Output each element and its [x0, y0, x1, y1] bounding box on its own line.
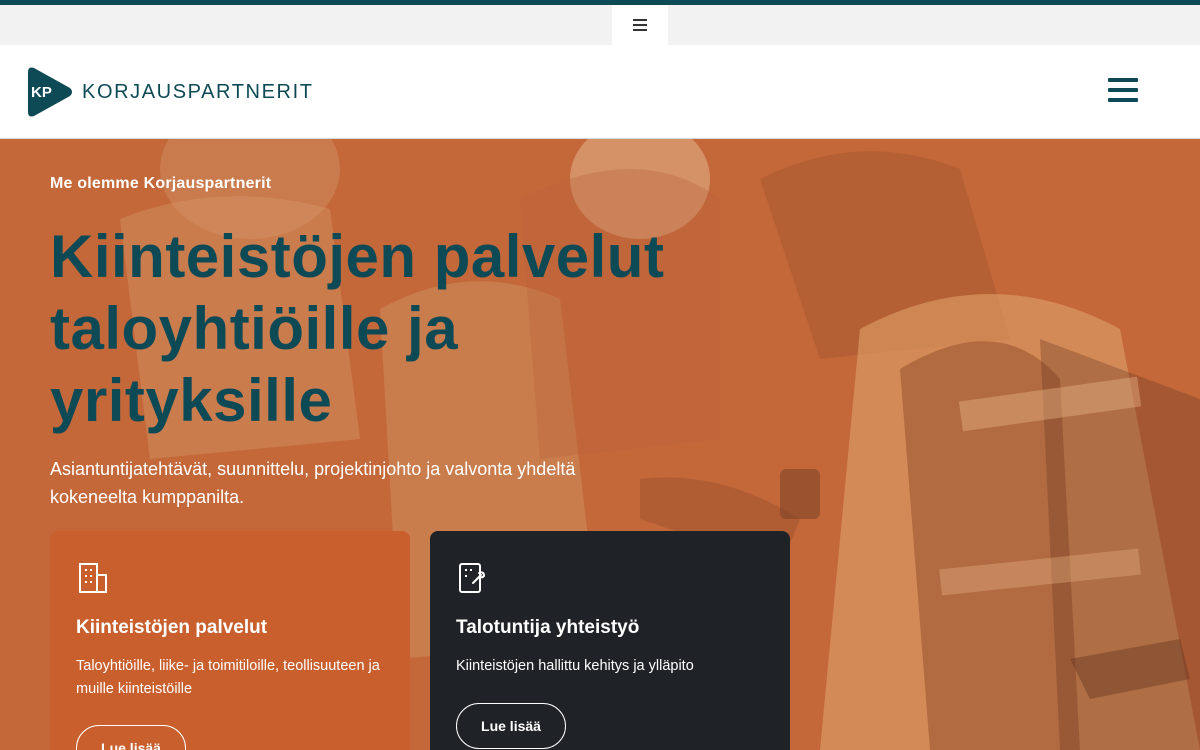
building-tools-icon — [459, 563, 486, 593]
building-icon — [79, 563, 107, 593]
hero-headline-line-1: Kiinteistöjen palvelut — [50, 223, 665, 290]
hero-headline: Kiinteistöjen palvelut taloyhtiöille ja … — [50, 221, 750, 437]
card-title: Kiinteistöjen palvelut — [76, 617, 268, 638]
hamburger-menu-icon-bar-2 — [1108, 88, 1138, 92]
hero-headline-line-2: taloyhtiöille ja — [50, 295, 459, 362]
main-menu-button[interactable] — [1108, 78, 1140, 106]
hero-eyebrow: Me olemme Korjauspartnerit — [50, 175, 272, 192]
site-header: KP KORJAUSPARTNERIT — [0, 45, 1200, 139]
admin-bar — [0, 5, 1200, 45]
service-card-property-services: Kiinteistöjen palvelut Taloyhtiöille, li… — [50, 531, 410, 750]
logo-mark-icon: KP — [28, 67, 72, 117]
read-more-button[interactable]: Lue lisää — [76, 725, 186, 750]
site-logo[interactable]: KP KORJAUSPARTNERIT — [26, 66, 314, 118]
read-more-button[interactable]: Lue lisää — [456, 703, 566, 749]
logo-mark-text: KP — [31, 84, 52, 101]
hamburger-menu-icon-bar-1 — [1108, 78, 1138, 82]
card-text: Taloyhtiöille, liike- ja toimitiloille, … — [76, 658, 380, 697]
hero-subtext: Asiantuntijatehtävät, suunnittelu, proje… — [50, 459, 576, 507]
hamburger-menu-icon-bar-3 — [1108, 98, 1138, 102]
hero-headline-line-3: yrityksille — [50, 367, 333, 434]
logo-wordmark: KORJAUSPARTNERIT — [82, 80, 314, 103]
card-title: Talotuntija yhteistyö — [456, 617, 640, 638]
admin-menu-toggle[interactable] — [612, 5, 668, 45]
hero-section: Me olemme Korjauspartnerit Kiinteistöjen… — [0, 139, 1200, 750]
card-text: Kiinteistöjen hallittu kehitys ja ylläpi… — [456, 658, 694, 674]
service-card-talotuntija: Talotuntija yhteistyö Kiinteistöjen hall… — [430, 531, 790, 750]
hamburger-icon — [633, 19, 647, 31]
